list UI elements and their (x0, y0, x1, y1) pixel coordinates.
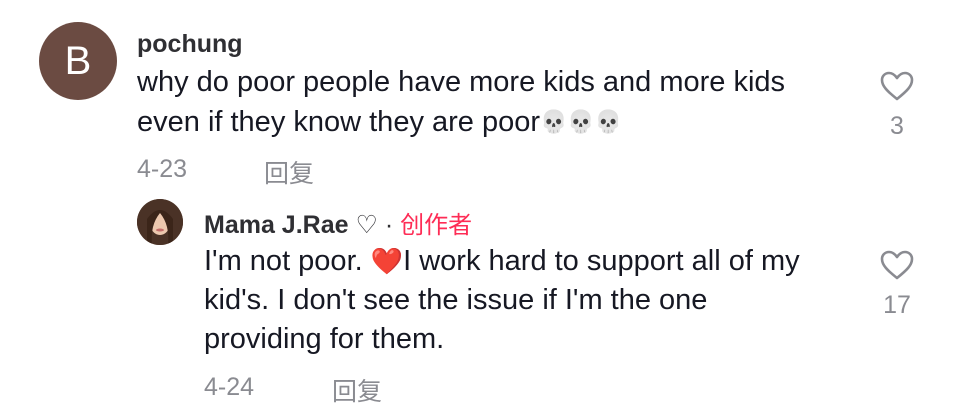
avatar[interactable]: B (39, 22, 117, 100)
comment-text-line-1: why do poor people have more kids and mo… (137, 66, 786, 98)
avatar-photo (137, 199, 183, 245)
heart-outline-icon (880, 71, 914, 101)
reply-text-part-a: I'm not poor. (204, 245, 371, 277)
reply-text-line-2: kid's. I don't see the issue if I'm the … (204, 284, 708, 316)
reply-username-text: Mama J.Rae ♡ (204, 211, 378, 239)
reply-username[interactable]: Mama J.Rae ♡ · 创作者 (204, 205, 472, 240)
like-count: 17 (883, 291, 911, 319)
heart-outline-icon (880, 250, 914, 280)
comment-username[interactable]: pochung (137, 30, 243, 59)
skull-emoji: 💀 (594, 109, 623, 134)
avatar[interactable] (137, 199, 183, 245)
reply-button[interactable]: 回复 (332, 372, 382, 408)
creator-badge: 创作者 (400, 211, 473, 239)
skull-emoji: 💀 (540, 109, 568, 134)
reply-date: 4-24 (204, 373, 255, 401)
reply-button[interactable]: 回复 (264, 154, 314, 190)
comment-date: 4-23 (137, 155, 188, 183)
reply-text-line-1: I'm not poor. ❤️I work hard to support a… (204, 241, 800, 281)
like-button[interactable]: 17 (877, 249, 917, 320)
separator-dot: · (384, 211, 394, 239)
reply-text-part-b: I work hard to support all of my (403, 245, 800, 277)
like-count: 3 (890, 112, 904, 140)
avatar-letter: B (64, 39, 92, 83)
comment-text-line-2: even if they know they are poor💀💀💀 (137, 102, 622, 142)
red-heart-emoji: ❤️ (370, 246, 404, 276)
like-button[interactable]: 3 (877, 70, 917, 141)
reply-text-line-3: providing for them. (204, 323, 445, 355)
skull-emoji: 💀 (567, 109, 595, 134)
comment-text: even if they know they are poor (137, 106, 541, 138)
